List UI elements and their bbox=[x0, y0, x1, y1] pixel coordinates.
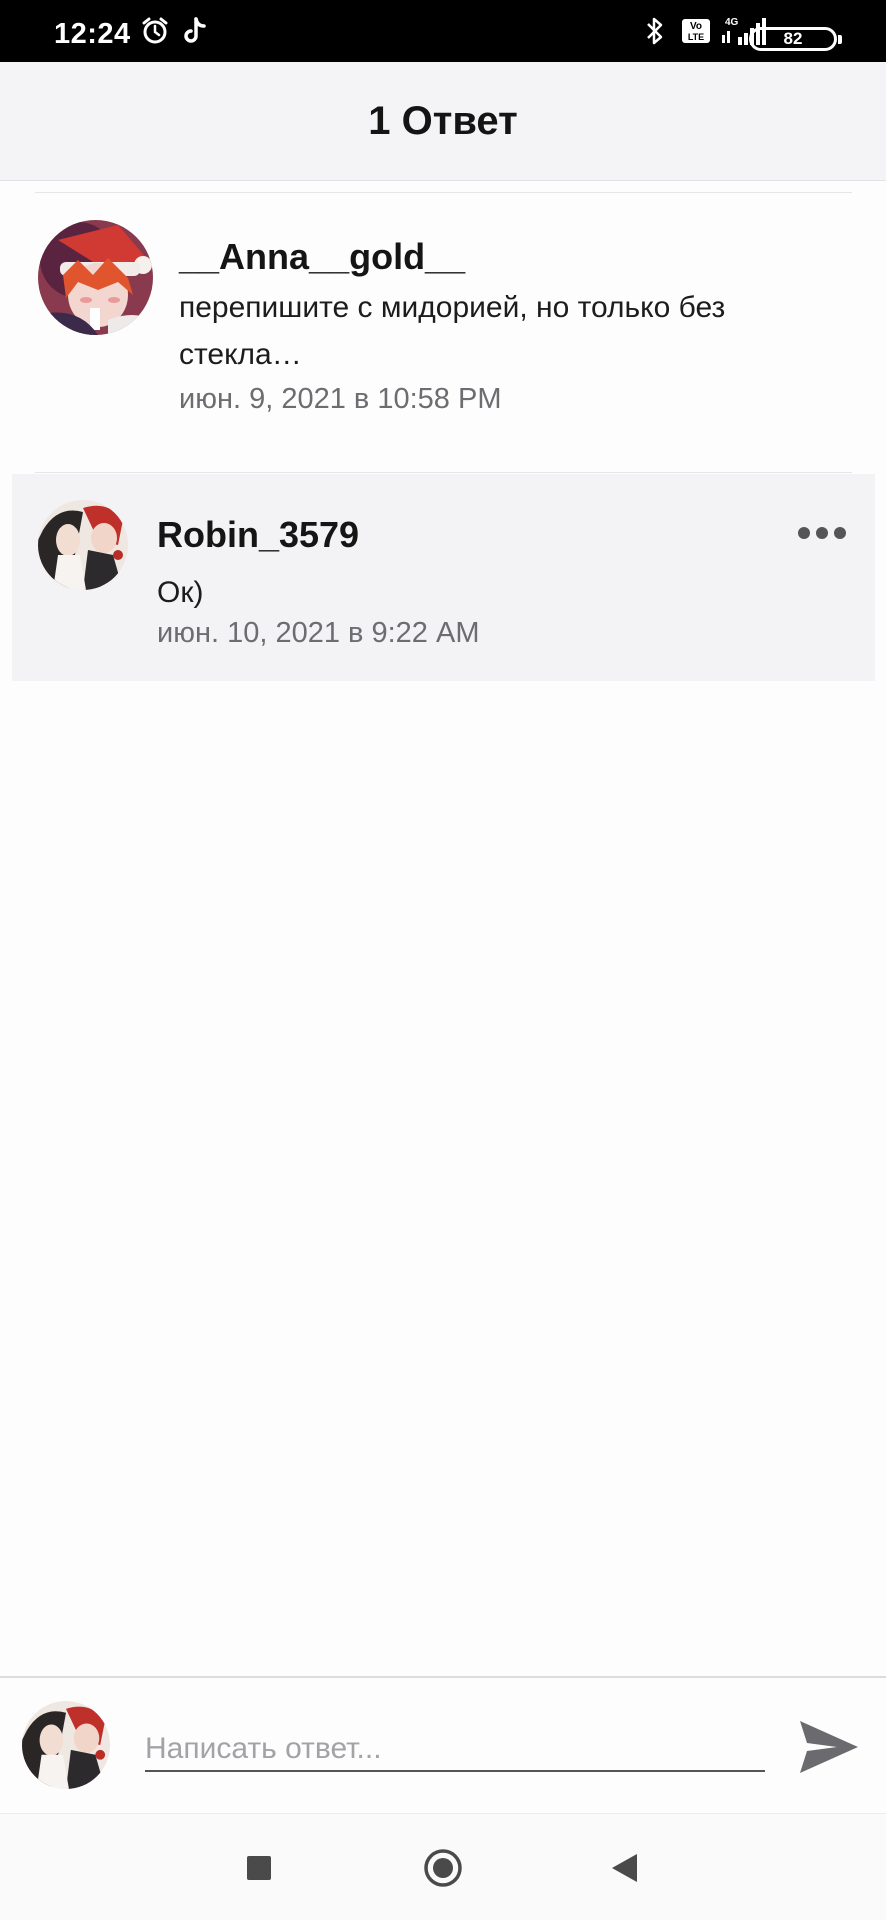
comment-username[interactable]: __Anna__gold__ bbox=[179, 236, 465, 278]
recents-button[interactable] bbox=[245, 1854, 273, 1882]
comment-timestamp: июн. 9, 2021 в 10:58 PM bbox=[179, 383, 502, 415]
battery-indicator: 82 bbox=[749, 27, 842, 51]
status-time: 12:24 bbox=[54, 18, 131, 50]
comment-reply: Robin_3579 Ок) июн. 10, 2021 в 9:22 AM bbox=[12, 474, 875, 681]
send-button[interactable] bbox=[797, 1715, 861, 1779]
avatar bbox=[22, 1701, 110, 1789]
comment-parent: __Anna__gold__ перепишите с мидорией, но… bbox=[0, 193, 886, 470]
reply-input[interactable] bbox=[145, 1728, 765, 1772]
comment-timestamp: июн. 10, 2021 в 9:22 AM bbox=[157, 617, 480, 649]
avatar-robin-image bbox=[22, 1701, 110, 1789]
svg-text:LTE: LTE bbox=[688, 32, 704, 42]
home-button[interactable] bbox=[423, 1848, 463, 1888]
dot-icon bbox=[798, 527, 810, 539]
avatar-anna-image bbox=[38, 220, 153, 335]
comment-text: перепишите с мидорией, но только без сте… bbox=[179, 291, 726, 371]
svg-text:Vo: Vo bbox=[690, 21, 702, 32]
comment-text: Ок) bbox=[157, 576, 204, 609]
square-icon bbox=[247, 1856, 271, 1880]
status-bar: 12:24 Vo LTE 4G 82 bbox=[0, 0, 886, 62]
avatar[interactable] bbox=[38, 220, 153, 335]
dot-icon bbox=[834, 527, 846, 539]
header: 1 Ответ bbox=[0, 62, 886, 181]
send-icon bbox=[800, 1721, 858, 1773]
back-triangle-icon bbox=[612, 1854, 637, 1882]
avatar[interactable] bbox=[38, 500, 128, 590]
volte-icon: Vo LTE bbox=[681, 16, 711, 46]
avatar-robin-image bbox=[38, 500, 128, 590]
page-title: 1 Ответ bbox=[368, 98, 518, 143]
system-nav-bar bbox=[0, 1813, 886, 1920]
network-label: 4G bbox=[725, 17, 739, 28]
circle-icon bbox=[424, 1849, 462, 1887]
bluetooth-icon bbox=[644, 16, 666, 46]
alarm-icon bbox=[140, 16, 170, 46]
tiktok-icon bbox=[182, 16, 208, 46]
back-button[interactable] bbox=[609, 1852, 639, 1884]
divider bbox=[35, 472, 852, 473]
more-options-button[interactable] bbox=[798, 527, 846, 539]
reply-composer bbox=[0, 1676, 886, 1813]
comment-username[interactable]: Robin_3579 bbox=[157, 514, 359, 556]
dot-icon bbox=[816, 527, 828, 539]
